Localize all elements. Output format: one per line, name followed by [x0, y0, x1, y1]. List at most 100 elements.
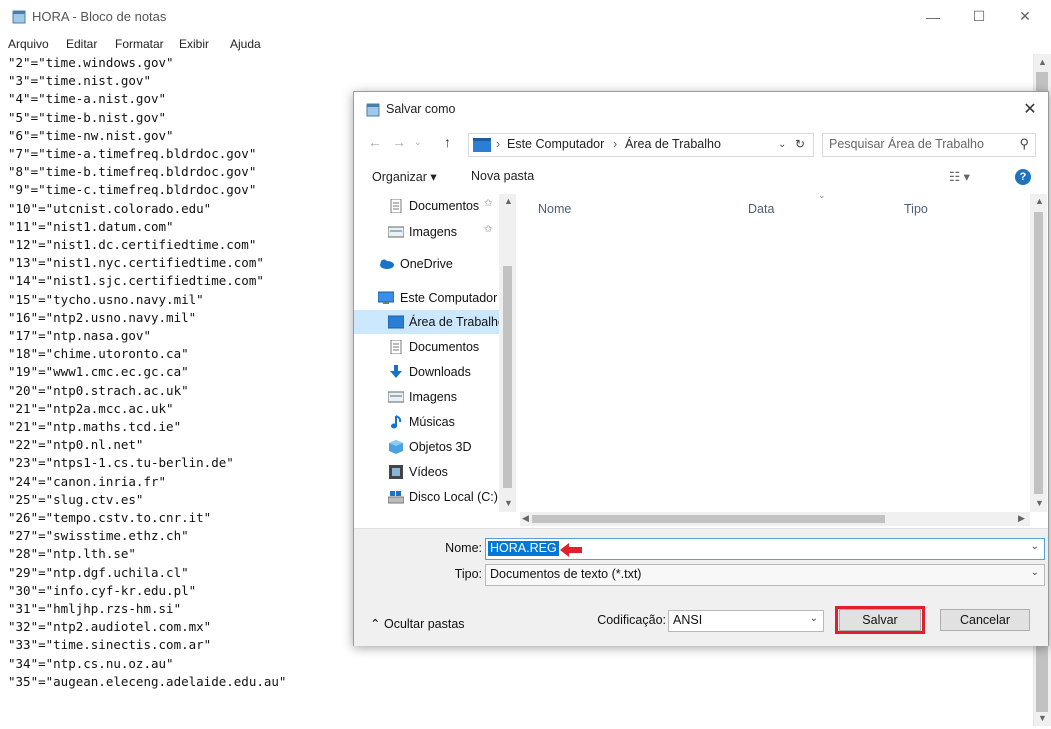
scroll-up-icon[interactable]: ▲: [504, 196, 513, 206]
file-list-hscrollbar[interactable]: ◀ ▶: [520, 512, 1030, 526]
nav-item-objetos-3d[interactable]: Objetos 3D: [354, 435, 514, 459]
breadcrumb-separator: ›: [496, 137, 501, 151]
save-as-dialog: Salvar como ✕ ← → ⌄ ↑ › Este Computador …: [353, 91, 1049, 646]
file-type-select[interactable]: Documentos de texto (*.txt) ⌄: [485, 564, 1045, 586]
text-line: "12"="nist1.dc.certifiedtime.com": [8, 237, 257, 252]
window-title: HORA - Bloco de notas: [32, 9, 167, 24]
text-line: "22"="ntp0.nl.net": [8, 437, 144, 453]
nav-label: Músicas: [409, 415, 455, 429]
nav-item-imagens[interactable]: Imagens: [354, 385, 514, 409]
help-icon[interactable]: ?: [1015, 169, 1031, 185]
nav-item-area-de-trabalho[interactable]: Área de Trabalho: [354, 310, 505, 334]
close-button[interactable]: ✕: [1002, 0, 1048, 33]
text-line: "7"="time-a.timefreq.bldrdoc.gov": [8, 146, 257, 161]
text-line: "2"="time.windows.gov": [8, 55, 174, 70]
recent-chevron-icon[interactable]: ⌄: [414, 137, 422, 148]
file-list[interactable]: Nome Data ⌄ Tipo: [520, 190, 1030, 512]
nav-item-videos[interactable]: Vídeos: [354, 460, 514, 484]
file-list-scrollbar[interactable]: ▲ ▼: [1030, 194, 1047, 512]
notepad-icon: [12, 10, 26, 24]
text-line: "9"="time-c.timefreq.bldrdoc.gov": [8, 182, 257, 198]
nav-label: Objetos 3D: [409, 440, 472, 454]
scroll-up-icon[interactable]: ▲: [1034, 54, 1051, 70]
address-bar[interactable]: › Este Computador › Área de Trabalho ⌄: [468, 133, 814, 157]
music-icon: [391, 415, 402, 429]
view-options-icon[interactable]: ☷ ▾: [949, 169, 970, 184]
scroll-down-icon[interactable]: ▼: [1035, 498, 1044, 508]
computer-icon: [378, 291, 394, 304]
menu-ajuda[interactable]: Ajuda: [230, 37, 261, 51]
nav-item-disco-local[interactable]: Disco Local (C:): [354, 485, 514, 509]
maximize-button[interactable]: ☐: [956, 0, 1002, 33]
address-row: ← → ⌄ ↑ › Este Computador › Área de Trab…: [354, 128, 1048, 158]
pictures-icon: [388, 391, 404, 403]
back-arrow-icon[interactable]: ←: [368, 134, 382, 150]
dialog-close-button[interactable]: ✕: [1016, 96, 1044, 122]
column-tipo[interactable]: Tipo: [904, 202, 928, 216]
menu-exibir[interactable]: Exibir: [179, 37, 209, 51]
address-dropdown-icon[interactable]: ⌄: [778, 139, 786, 150]
scroll-down-icon[interactable]: ▼: [504, 498, 513, 508]
hide-folders-label: Ocultar pastas: [383, 617, 465, 631]
menu-formatar[interactable]: Formatar: [115, 37, 164, 51]
cancel-button[interactable]: Cancelar: [940, 609, 1030, 631]
text-line: "18"="chime.utoronto.ca": [8, 346, 189, 362]
scrollbar-thumb[interactable]: [503, 266, 512, 488]
encoding-select[interactable]: ANSI ⌄: [668, 610, 824, 632]
nav-item-este-computador[interactable]: Este Computador: [354, 286, 514, 310]
text-line: "4"="time-a.nist.gov": [8, 91, 167, 107]
refresh-icon[interactable]: ↻: [795, 137, 805, 151]
up-arrow-icon[interactable]: ↑: [444, 134, 451, 150]
organize-button[interactable]: Organizar ▾: [372, 169, 437, 184]
dialog-title: Salvar como: [386, 102, 456, 116]
nav-label: Disco Local (C:): [409, 490, 498, 504]
nav-item-musicas[interactable]: Músicas: [354, 410, 514, 434]
text-line: "10"="utcnist.colorado.edu": [8, 200, 212, 216]
nav-scrollbar[interactable]: ▲ ▼: [499, 194, 516, 512]
text-line: "20"="ntp0.strach.ac.uk": [8, 382, 189, 398]
chevron-up-icon: ⌃: [370, 617, 381, 631]
scrollbar-thumb[interactable]: [532, 515, 885, 523]
red-arrow-icon: [560, 543, 582, 557]
text-line: "23"="ntps1-1.cs.tu-berlin.de": [8, 455, 234, 471]
nav-item-imagens-pinned[interactable]: Imagens ✩: [354, 220, 514, 244]
text-line: "13"="nist1.nyc.certifiedtime.com": [8, 255, 264, 271]
menu-bar: Arquivo Editar Formatar Exibir Ajuda: [0, 35, 1051, 53]
text-line: "29"="ntp.dgf.uchila.cl": [8, 564, 189, 580]
file-name-field[interactable]: HORA.REG ⌄: [485, 538, 1045, 560]
breadcrumb-computer[interactable]: Este Computador: [507, 137, 604, 151]
scroll-down-icon[interactable]: ▼: [1034, 710, 1051, 726]
cube-icon: [389, 440, 403, 454]
notepad-icon: [366, 103, 380, 117]
scroll-left-icon[interactable]: ◀: [522, 513, 529, 524]
nav-item-onedrive[interactable]: OneDrive: [354, 252, 514, 276]
minimize-button[interactable]: —: [910, 0, 956, 33]
nav-label: Downloads: [409, 365, 471, 379]
video-icon: [389, 465, 403, 479]
hide-folders-button[interactable]: ⌃ Ocultar pastas: [370, 616, 465, 631]
breadcrumb-desktop[interactable]: Área de Trabalho: [625, 137, 721, 151]
chevron-down-icon[interactable]: ⌄: [1031, 541, 1039, 552]
nav-item-documentos-pinned[interactable]: Documentos ✩: [354, 194, 514, 218]
folder-icon: [473, 138, 491, 152]
scroll-up-icon[interactable]: ▲: [1035, 196, 1044, 206]
new-folder-button[interactable]: Nova pasta: [471, 169, 534, 183]
menu-editar[interactable]: Editar: [66, 37, 97, 51]
menu-arquivo[interactable]: Arquivo: [8, 37, 49, 51]
search-input[interactable]: Pesquisar Área de Trabalho ⚲: [822, 133, 1036, 157]
nav-item-documentos[interactable]: Documentos: [354, 335, 514, 359]
nav-item-downloads[interactable]: Downloads: [354, 360, 514, 384]
text-line: "5"="time-b.nist.gov": [8, 109, 167, 125]
scroll-right-icon[interactable]: ▶: [1018, 513, 1025, 524]
dialog-toolbar: Organizar ▾ Nova pasta ☷ ▾ ?: [354, 164, 1048, 190]
column-nome[interactable]: Nome: [538, 202, 571, 216]
save-button[interactable]: Salvar: [839, 609, 921, 631]
text-line: "21"="ntp2a.mcc.ac.uk": [8, 400, 174, 416]
nav-label: Imagens: [409, 390, 457, 404]
forward-arrow-icon[interactable]: →: [392, 134, 406, 150]
scrollbar-thumb[interactable]: [1034, 212, 1043, 494]
file-type-value: Documentos de texto (*.txt): [490, 567, 642, 581]
column-data[interactable]: Data: [748, 202, 774, 216]
text-line: "15"="tycho.usno.navy.mil": [8, 291, 204, 307]
search-icon: ⚲: [1019, 136, 1029, 151]
